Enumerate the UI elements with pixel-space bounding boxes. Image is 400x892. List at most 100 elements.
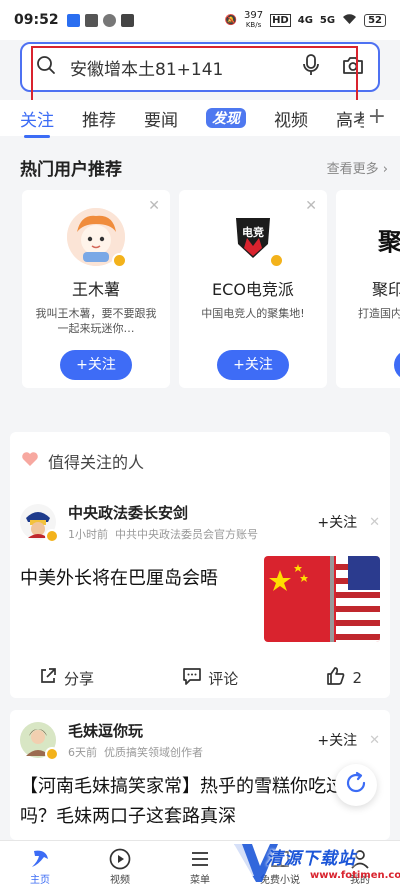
changanjian-avatar[interactable]: [20, 504, 59, 543]
feed-actions: 分享 评论 2: [10, 658, 390, 698]
close-icon[interactable]: ✕: [369, 515, 380, 530]
nav-novel[interactable]: 免费小说: [240, 841, 320, 892]
status-right: 🔕 397 KB/s HD 4G 5G 52: [224, 9, 386, 30]
feed-title[interactable]: 【河南毛妹搞笑家常】热乎的雪糕你吃过吗？毛妹两口子这套路真深: [10, 772, 390, 832]
see-more-link[interactable]: 查看更多 ›: [327, 158, 388, 177]
battery-indicator: 52: [364, 13, 386, 27]
maomei-avatar[interactable]: [20, 722, 59, 761]
cartoon-kid-avatar: [67, 208, 127, 268]
finger-heart-icon: [20, 450, 40, 472]
feed-item[interactable]: 中央政法委长安剑 1小时前 中共中央政法委员会官方账号 +关注 ✕ 中美外长将在…: [10, 502, 390, 698]
feed-subline: 6天前 优质搞笑领域创作者: [68, 746, 203, 759]
app-notification-icon: [66, 13, 80, 27]
china-us-flags-image[interactable]: [264, 556, 380, 642]
close-icon[interactable]: ✕: [369, 733, 380, 748]
thumbs-up-icon: [326, 666, 346, 690]
feed-title[interactable]: 中美外长将在巴厘岛会晤: [10, 556, 264, 642]
hd-indicator: HD: [270, 13, 291, 27]
signal-5g: 5G: [319, 14, 336, 26]
search-query[interactable]: 安徽增本土81+141: [70, 55, 302, 80]
follow-button[interactable]: +关注: [217, 350, 289, 380]
feed-body: 中美外长将在巴厘岛会晤: [10, 556, 390, 642]
nav-menu[interactable]: 菜单: [160, 841, 240, 892]
tab-video[interactable]: 视频: [274, 106, 308, 131]
tab-discover[interactable]: 发现: [206, 108, 246, 128]
refresh-icon: [344, 771, 368, 799]
send-notification-icon: [120, 13, 134, 27]
share-action[interactable]: 分享: [38, 666, 94, 690]
bottom-nav: 主页 视频 菜单 免费小说 我的: [0, 840, 400, 892]
feed-header: 毛妹逗你玩 6天前 优质搞笑领域创作者 +关注 ✕: [10, 720, 390, 761]
hot-users-header: 热门用户推荐 查看更多 ›: [20, 155, 388, 180]
search-bar[interactable]: 安徽增本土81+141: [20, 42, 380, 92]
verified-badge: [45, 747, 59, 761]
home-icon: [0, 847, 80, 871]
comment-icon: [182, 666, 202, 690]
feed-follow-button[interactable]: +关注: [317, 730, 357, 750]
worth-following-title: 值得关注的人: [48, 453, 145, 472]
like-action[interactable]: 2: [326, 666, 362, 690]
tab-recommend[interactable]: 推荐: [82, 106, 116, 131]
tab-follow[interactable]: 关注: [20, 106, 54, 138]
user-card-name: ECO电竞派: [212, 280, 294, 299]
nav-video-label: 视频: [110, 875, 130, 886]
channel-tabs: 关注 推荐 要闻 发现 视频 高考 +: [0, 100, 400, 138]
juyin-logo-text: 聚: [378, 228, 400, 256]
wifi-icon: [342, 13, 357, 28]
verified-badge: [45, 529, 59, 543]
close-icon[interactable]: ✕: [305, 198, 317, 214]
status-bar: 09:52 🔕 397 KB/s HD 4G 5G 52: [0, 0, 400, 40]
nav-home[interactable]: 主页: [0, 841, 80, 892]
feed-meta: 毛妹逗你玩 6天前 优质搞笑领域创作者: [68, 720, 317, 760]
feed-follow-button[interactable]: +关注: [317, 512, 357, 532]
close-icon[interactable]: ✕: [148, 198, 160, 214]
feed-meta: 中央政法委长安剑 1小时前 中共中央政法委员会官方账号: [68, 502, 317, 542]
user-card[interactable]: ✕ 电竞 ECO电竞派 中国电竞人的聚集地! +关注: [179, 190, 327, 388]
verified-badge: [269, 253, 284, 268]
user-card-desc: 打造国内视频作品…: [358, 307, 400, 320]
comment-action[interactable]: 评论: [182, 666, 238, 690]
nav-video[interactable]: 视频: [80, 841, 160, 892]
juyin-logo: 聚: [366, 208, 400, 266]
compass-notification-icon: [102, 13, 116, 27]
net-speed: 397 KB/s: [243, 9, 264, 29]
eco-logo-text: 电竞: [242, 226, 264, 239]
add-channel-icon[interactable]: +: [363, 104, 386, 129]
search-icon: [36, 55, 56, 79]
tab-headlines[interactable]: 要闻: [144, 106, 178, 131]
book-icon: [240, 847, 320, 871]
menu-icon: [160, 847, 240, 871]
camera-icon[interactable]: [342, 55, 364, 79]
feed-header: 中央政法委长安剑 1小时前 中共中央政法委员会官方账号 +关注 ✕: [10, 502, 390, 543]
user-card-name: 聚印: [372, 280, 400, 299]
feed-item[interactable]: 毛妹逗你玩 6天前 优质搞笑领域创作者 +关注 ✕ 【河南毛妹搞笑家常】热乎的雪…: [10, 720, 390, 832]
gallery-notification-icon: [84, 13, 98, 27]
play-icon: [80, 847, 160, 871]
feed-subline: 1小时前 中共中央政法委员会官方账号: [68, 528, 258, 541]
mute-icon: 🔕: [224, 14, 237, 26]
nav-profile[interactable]: 我的: [320, 841, 400, 892]
feed-author[interactable]: 毛妹逗你玩: [68, 720, 317, 741]
user-card[interactable]: 聚 聚印 打造国内视频作品… +关注: [336, 190, 400, 388]
nav-novel-label: 免费小说: [260, 875, 300, 886]
verified-badge: [112, 253, 127, 268]
user-card-name: 王木薯: [71, 280, 120, 299]
nav-home-label: 主页: [30, 875, 50, 886]
hot-users-title: 热门用户推荐: [20, 160, 122, 180]
notification-icons: [66, 13, 134, 27]
share-icon: [38, 666, 58, 690]
eco-esports-logo: 电竞: [224, 208, 284, 268]
nav-profile-label: 我的: [350, 875, 370, 886]
status-time: 09:52: [14, 12, 59, 28]
user-card-desc: 我叫王木薯，要不要跟我一起来玩迷你…: [35, 307, 157, 335]
follow-button[interactable]: +关注: [60, 350, 132, 380]
feed-author[interactable]: 中央政法委长安剑: [68, 502, 317, 523]
follow-button[interactable]: +关注: [394, 350, 400, 380]
nav-menu-label: 菜单: [190, 875, 210, 886]
refresh-button[interactable]: [335, 764, 377, 806]
user-card[interactable]: ✕ 王木薯 我叫王木薯，要不要跟我一起来玩迷你… +关注: [22, 190, 170, 388]
microphone-icon[interactable]: [302, 54, 320, 80]
profile-icon: [320, 847, 400, 871]
comment-label: 评论: [208, 669, 239, 688]
like-count: 2: [352, 669, 362, 687]
